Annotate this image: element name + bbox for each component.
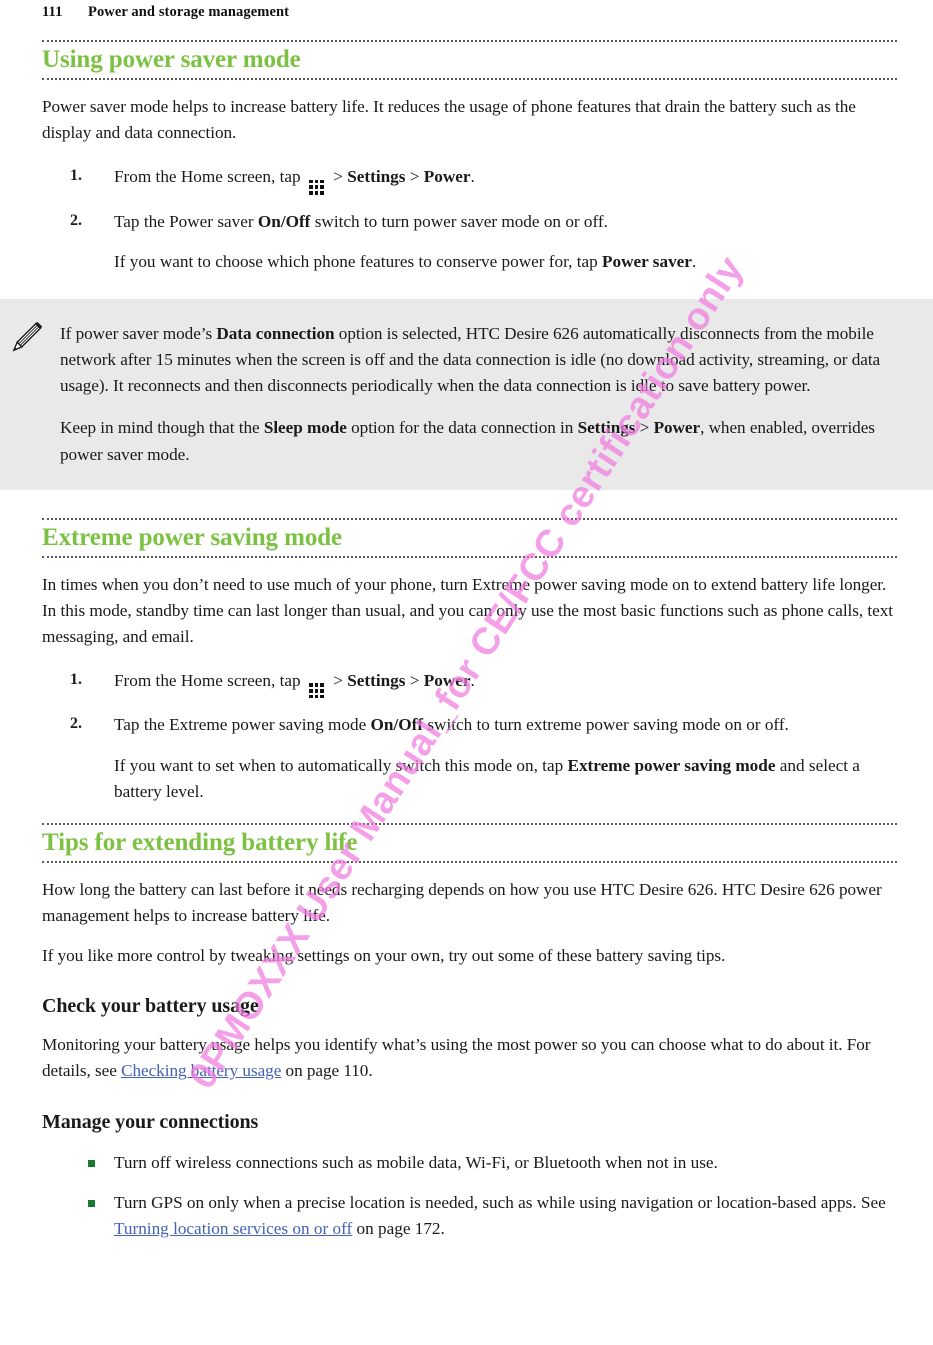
subheading-check-battery-usage: Check your battery usage bbox=[42, 995, 259, 1018]
power-saver-intro: Power saver mode helps to increase batte… bbox=[42, 97, 856, 143]
list-item: Turn GPS on only when a precise location… bbox=[42, 1190, 897, 1242]
substep-lead: If you want to choose which phone featur… bbox=[114, 251, 603, 271]
step-bold-onoff: On/Off bbox=[257, 211, 311, 231]
list-item: From the Home screen, tap > Settings > P… bbox=[42, 668, 897, 699]
step-text-mid: > bbox=[405, 167, 424, 187]
step-bold-power: Power bbox=[423, 167, 471, 187]
step-text-lead: Tap the Extreme power saving mode bbox=[114, 715, 371, 735]
step-text-lead: Tap the Power saver bbox=[114, 211, 258, 231]
note-p2-bold-sleep: Sleep mode bbox=[263, 418, 347, 438]
note-p1-bold: Data connection bbox=[216, 323, 335, 343]
note-p2-b: option for the data connection in bbox=[346, 418, 578, 438]
section-extreme-power: Extreme power saving mode In times when … bbox=[0, 517, 933, 805]
step-text-tail: . bbox=[470, 167, 475, 187]
pencil-note-icon bbox=[12, 321, 43, 352]
app-grid-icon bbox=[308, 179, 324, 195]
running-head: 111 Power and storage management bbox=[42, 0, 893, 24]
section-power-saver: Using power saver mode Power saver mode … bbox=[0, 40, 933, 275]
note-p2-bold-settings: Settings bbox=[577, 418, 636, 438]
step-text-tail: . bbox=[470, 671, 475, 691]
substep-tail: . bbox=[691, 251, 697, 271]
extreme-power-intro: In times when you don’t need to use much… bbox=[42, 574, 893, 646]
note-p2-bold-power: Power bbox=[653, 418, 701, 438]
step-bold-onoff: On/Off bbox=[370, 715, 424, 735]
substep-bold: Extreme power saving mode bbox=[567, 755, 776, 775]
step-text-mid: > bbox=[405, 671, 424, 691]
tips-paragraph-2: If you like more control by tweaking set… bbox=[42, 946, 726, 966]
step-text-arrow: > bbox=[333, 167, 348, 187]
chapter-title: Power and storage management bbox=[88, 3, 290, 20]
check-usage-text-b: on page 110. bbox=[281, 1061, 373, 1081]
note-p2-c: > bbox=[635, 418, 654, 438]
section-heading-extreme-power: Extreme power saving mode bbox=[42, 517, 897, 558]
note-p1-a: If power saver mode’s bbox=[60, 323, 217, 343]
note-callout-box: If power saver mode’s Data connection op… bbox=[0, 298, 933, 490]
extreme-power-steps: From the Home screen, tap > Settings > P… bbox=[42, 668, 897, 805]
list-item: Turn off wireless connections such as mo… bbox=[42, 1150, 897, 1176]
tips-paragraph-1: How long the battery can last before it … bbox=[42, 879, 882, 925]
step-text-tail: switch to turn extreme power saving mode… bbox=[423, 715, 789, 735]
section-heading-power-saver: Using power saver mode bbox=[42, 40, 897, 80]
step-text-pre: From the Home screen, tap bbox=[114, 167, 301, 187]
note-paragraph-2: Keep in mind though that the Sleep mode … bbox=[60, 415, 895, 467]
note-paragraph-1: If power saver mode’s Data connection op… bbox=[60, 321, 895, 399]
app-grid-icon bbox=[308, 683, 324, 699]
step-bold-settings: Settings bbox=[347, 167, 406, 187]
list-item: From the Home screen, tap > Settings > P… bbox=[42, 164, 897, 195]
note-p2-a: Keep in mind though that the bbox=[60, 418, 264, 438]
section-heading-tips: Tips for extending battery life bbox=[42, 822, 897, 863]
step-substep: If you want to choose which phone featur… bbox=[114, 249, 897, 275]
step-bold-power: Power bbox=[423, 671, 471, 691]
list-item: Tap the Extreme power saving mode On/Off… bbox=[42, 712, 897, 804]
step-substep: If you want to set when to automatically… bbox=[114, 753, 897, 805]
link-checking-battery-usage[interactable]: Checking battery usage bbox=[121, 1061, 281, 1080]
page-content: Using power saver mode Power saver mode … bbox=[0, 40, 933, 1345]
section-tips: Tips for extending battery life How long… bbox=[0, 822, 933, 1242]
manage-connections-bullets: Turn off wireless connections such as mo… bbox=[42, 1150, 897, 1242]
step-text-arrow: > bbox=[333, 671, 348, 691]
check-battery-usage-text: Monitoring your battery usage helps you … bbox=[42, 1032, 897, 1084]
subheading-manage-connections: Manage your connections bbox=[42, 1110, 259, 1133]
step-text-tail: switch to turn power saver mode on or of… bbox=[310, 211, 608, 231]
list-item: Tap the Power saver On/Off switch to tur… bbox=[42, 209, 897, 275]
bullet-text-b: on page 172. bbox=[352, 1218, 445, 1238]
bullet-text-a: Turn GPS on only when a precise location… bbox=[114, 1192, 886, 1212]
substep-bold: Power saver bbox=[602, 251, 692, 271]
link-turning-location-services[interactable]: Turning location services on or off bbox=[114, 1219, 352, 1238]
power-saver-steps: From the Home screen, tap > Settings > P… bbox=[42, 164, 897, 275]
page-number: 111 bbox=[42, 3, 63, 20]
bullet-text-a: Turn off wireless connections such as mo… bbox=[114, 1152, 718, 1172]
step-bold-settings: Settings bbox=[347, 671, 406, 691]
substep-lead: If you want to set when to automatically… bbox=[114, 755, 568, 775]
step-text-pre: From the Home screen, tap bbox=[114, 671, 301, 691]
